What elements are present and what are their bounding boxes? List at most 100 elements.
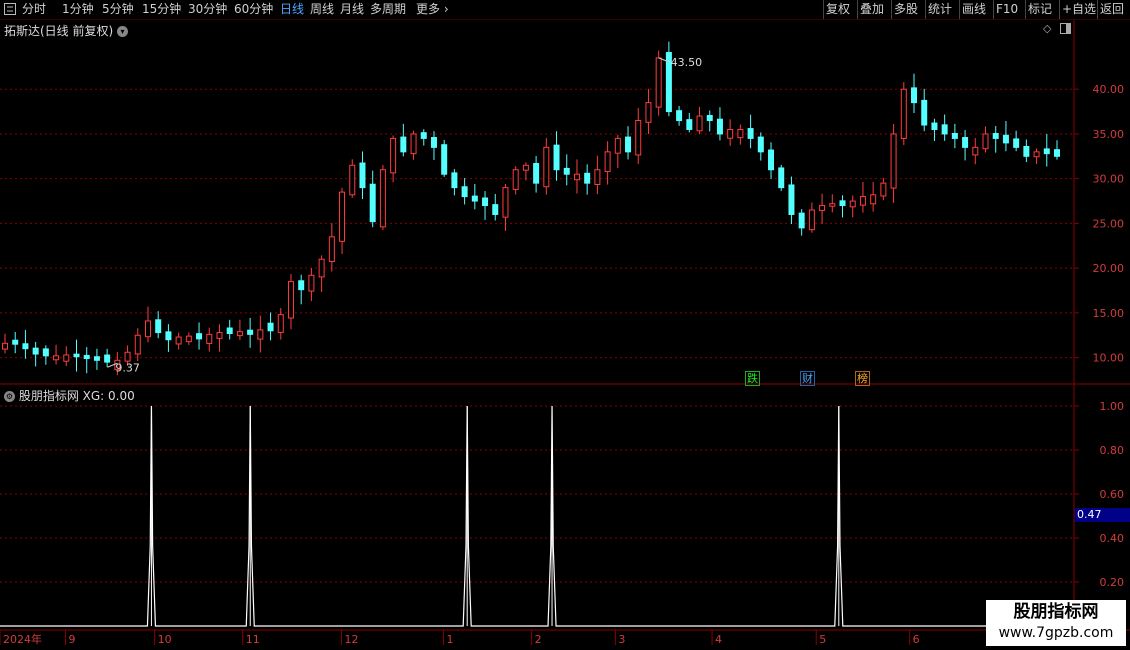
candle-body (522, 164, 529, 171)
candle-body (543, 146, 550, 188)
candle-body (757, 136, 764, 153)
xaxis-tick-label: 4 (715, 633, 722, 646)
xaxis-tick-label: 11 (246, 633, 260, 646)
candle-body (594, 169, 601, 186)
xaxis-tick-label: 9 (69, 633, 76, 646)
candle-body (614, 137, 621, 154)
indicator-ytick-label: 0.20 (1100, 576, 1125, 589)
candle-body (839, 200, 846, 207)
main-ytick-label: 25.00 (1093, 217, 1125, 230)
candle-body (982, 133, 989, 150)
candle-body (185, 335, 192, 343)
xaxis-tick-label: 2 (535, 633, 542, 646)
candle-body (512, 169, 519, 190)
main-ytick-label: 15.00 (1093, 307, 1125, 320)
candle-body (1033, 151, 1040, 158)
xaxis-tick-label: 6 (913, 633, 920, 646)
candle-body (328, 236, 335, 262)
candle-body (451, 172, 458, 189)
candle-body (400, 136, 407, 153)
candle-body (931, 122, 938, 130)
candle-body (277, 314, 284, 333)
xaxis-tick-label: 3 (618, 633, 625, 646)
candle-body (482, 197, 489, 207)
candle-body (441, 144, 448, 175)
candle-body (379, 169, 386, 228)
candle-body (1023, 145, 1030, 157)
candle-body (859, 196, 866, 206)
candle-body (870, 194, 877, 205)
indicator-ytick-label: 1.00 (1100, 400, 1125, 413)
event-mark-die[interactable]: 跌 (745, 371, 760, 386)
main-ytick-label: 20.00 (1093, 262, 1125, 275)
candle-body (1043, 148, 1050, 155)
xaxis-tick-label: 12 (345, 633, 359, 646)
candle-body (206, 333, 213, 344)
candle-body (1054, 149, 1060, 157)
candle-body (308, 274, 315, 292)
candle-body (635, 120, 642, 156)
candle-body (676, 110, 683, 122)
main-ytick-label: 10.00 (1093, 352, 1125, 365)
xaxis-tick-label: 2024年 (3, 632, 42, 646)
indicator-ytick-label: 0.80 (1100, 444, 1125, 457)
candle-body (992, 133, 999, 139)
candle-body (420, 132, 427, 139)
candle-body (461, 186, 468, 198)
candle-body (604, 151, 611, 173)
candle-body (63, 354, 70, 362)
candle-body (706, 115, 713, 122)
candle-body (696, 115, 703, 132)
candle-body (155, 319, 162, 334)
candle-body (829, 203, 836, 207)
candle-body (492, 204, 499, 215)
candle-body (12, 339, 19, 345)
candle-body (216, 332, 223, 339)
candle-body (471, 195, 478, 202)
main-ytick-label: 40.00 (1093, 83, 1125, 96)
candle-body (83, 354, 90, 360)
candle-body (645, 102, 652, 123)
candle-body (257, 329, 264, 340)
indicator-ytick-label: 0.60 (1100, 488, 1125, 501)
candle-body (410, 133, 417, 155)
chart-canvas: 10.00 15.00 20.00 25.00 30.00 35.00 40.00 43.50… (0, 20, 1130, 646)
candle-body (573, 173, 580, 181)
main-ytick-label: 35.00 (1093, 128, 1125, 141)
candle-body (849, 200, 856, 208)
candle-body (369, 183, 376, 223)
candle-body (165, 331, 172, 341)
candle-body (134, 334, 141, 355)
candle-body (104, 354, 111, 363)
candle-body (175, 336, 182, 345)
watermark-line2: www.7gpzb.com (998, 625, 1114, 641)
candle-body (788, 184, 795, 215)
candle-body (196, 333, 203, 340)
candle-body (318, 258, 325, 278)
event-mark-cai[interactable]: 财 (800, 371, 815, 386)
candle-body (1013, 138, 1020, 148)
candle-body (236, 331, 243, 337)
candle-body (941, 124, 948, 135)
candle-body (951, 133, 958, 139)
candle-body (972, 146, 979, 156)
candle-body (778, 167, 785, 189)
candle-body (737, 128, 744, 139)
xaxis-tick-label: 5 (819, 633, 826, 646)
candle-body (32, 347, 39, 355)
candle-body (625, 136, 632, 153)
candle-body (247, 329, 254, 335)
watermark: 股朋指标网 www.7gpzb.com (986, 600, 1126, 646)
candle-body (921, 99, 928, 126)
event-mark-bang[interactable]: 榜 (855, 371, 870, 386)
candle-body (880, 182, 887, 197)
candle-body (339, 191, 346, 242)
candle-body (42, 348, 49, 357)
candle-body (808, 209, 815, 231)
candle-body (349, 164, 356, 196)
candle-body (900, 88, 907, 139)
xg-series-line (0, 405, 1074, 627)
xaxis-tick-label: 10 (158, 633, 172, 646)
candle-body (430, 137, 437, 148)
candle-body (2, 342, 8, 350)
